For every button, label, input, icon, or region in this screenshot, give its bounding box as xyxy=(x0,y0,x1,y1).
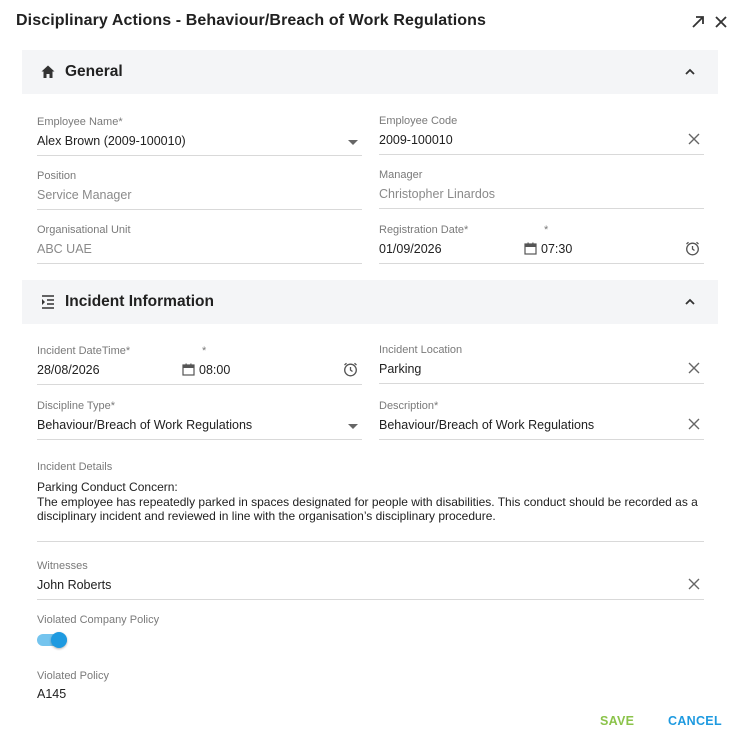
registration-time-label: * xyxy=(544,224,549,236)
incident-datetime-label: Incident DateTime* xyxy=(37,345,131,357)
cancel-button[interactable]: CANCEL xyxy=(668,714,722,728)
witnesses-label: Witnesses xyxy=(37,560,88,572)
manager-field: Manager Christopher Linardos xyxy=(379,169,704,209)
manager-value: Christopher Linardos xyxy=(379,187,496,201)
employee-name-value[interactable]: Alex Brown (2009-100010) xyxy=(37,134,186,148)
incident-location-label: Incident Location xyxy=(379,344,463,356)
discipline-type-label: Discipline Type* xyxy=(37,400,116,412)
home-icon xyxy=(41,65,55,78)
witnesses-value[interactable]: John Roberts xyxy=(37,578,111,592)
close-icon[interactable] xyxy=(711,12,731,32)
incident-location-field[interactable]: Incident Location Parking xyxy=(379,344,704,384)
section-incident-header[interactable]: Incident Information xyxy=(22,280,718,324)
chevron-up-icon[interactable] xyxy=(684,66,696,78)
description-field[interactable]: Description* Behaviour/Breach of Work Re… xyxy=(379,400,704,440)
employee-code-value[interactable]: 2009-100010 xyxy=(379,133,453,147)
employee-name-field[interactable]: Employee Name* Alex Brown (2009-100010) xyxy=(37,116,362,156)
clear-icon[interactable] xyxy=(688,578,700,590)
incident-date-value[interactable]: 28/08/2026 xyxy=(37,363,100,377)
org-unit-value: ABC UAE xyxy=(37,242,92,256)
org-unit-label: Organisational Unit xyxy=(37,224,131,236)
incident-location-value[interactable]: Parking xyxy=(379,362,421,376)
position-value: Service Manager xyxy=(37,188,132,202)
violated-policy-value[interactable]: A145 xyxy=(37,687,66,701)
registration-date-label: Registration Date* xyxy=(379,224,469,236)
employee-name-label: Employee Name* xyxy=(37,116,123,128)
position-field: Position Service Manager xyxy=(37,170,362,210)
description-label: Description* xyxy=(379,400,439,412)
calendar-icon[interactable] xyxy=(182,363,195,376)
list-icon xyxy=(42,295,54,309)
registration-date-value[interactable]: 01/09/2026 xyxy=(379,242,442,256)
registration-time-value[interactable]: 07:30 xyxy=(541,242,572,256)
save-button[interactable]: SAVE xyxy=(600,714,634,728)
calendar-icon[interactable] xyxy=(524,242,537,255)
incident-datetime-field[interactable]: Incident DateTime* * 28/08/2026 08:00 xyxy=(37,345,362,385)
dialog-body[interactable]: General Employee Name* Alex Brown (2009-… xyxy=(22,50,718,705)
description-value[interactable]: Behaviour/Breach of Work Regulations xyxy=(379,418,594,432)
clear-icon[interactable] xyxy=(688,362,700,374)
position-label: Position xyxy=(37,170,77,182)
dropdown-caret-icon[interactable] xyxy=(348,140,358,145)
incident-details-text[interactable]: Parking Conduct Concern: The employee ha… xyxy=(37,480,704,524)
employee-code-field[interactable]: Employee Code 2009-100010 xyxy=(379,115,704,155)
incident-time-label: * xyxy=(202,345,207,357)
toggle-knob xyxy=(51,632,67,648)
discipline-type-field[interactable]: Discipline Type* Behaviour/Breach of Wor… xyxy=(37,400,362,440)
incident-details-field[interactable]: Incident Details Parking Conduct Concern… xyxy=(37,461,704,542)
dialog-title: Disciplinary Actions - Behaviour/Breach … xyxy=(16,12,486,29)
org-unit-field: Organisational Unit ABC UAE xyxy=(37,224,362,264)
expand-icon[interactable] xyxy=(688,12,708,32)
incident-time-value[interactable]: 08:00 xyxy=(199,363,230,377)
clock-icon[interactable] xyxy=(343,362,358,377)
employee-code-label: Employee Code xyxy=(379,115,458,127)
incident-details-label: Incident Details xyxy=(37,461,113,473)
chevron-up-icon[interactable] xyxy=(684,296,696,308)
section-general-title: General xyxy=(65,63,123,80)
witnesses-field[interactable]: Witnesses John Roberts xyxy=(37,560,704,600)
section-general-header[interactable]: General xyxy=(22,50,718,94)
violated-company-policy-toggle[interactable] xyxy=(37,632,67,648)
violated-company-policy-label: Violated Company Policy xyxy=(37,614,160,626)
clear-icon[interactable] xyxy=(688,418,700,430)
clear-icon[interactable] xyxy=(688,133,700,145)
discipline-type-value[interactable]: Behaviour/Breach of Work Regulations xyxy=(37,418,252,432)
dropdown-caret-icon[interactable] xyxy=(348,424,358,429)
violated-policy-label: Violated Policy xyxy=(37,670,109,682)
registration-datetime-field[interactable]: Registration Date* * 01/09/2026 07:30 xyxy=(379,224,704,264)
dialog-header: Disciplinary Actions - Behaviour/Breach … xyxy=(0,0,736,44)
section-incident-title: Incident Information xyxy=(65,293,214,310)
clock-icon[interactable] xyxy=(685,241,700,256)
manager-label: Manager xyxy=(379,169,423,181)
